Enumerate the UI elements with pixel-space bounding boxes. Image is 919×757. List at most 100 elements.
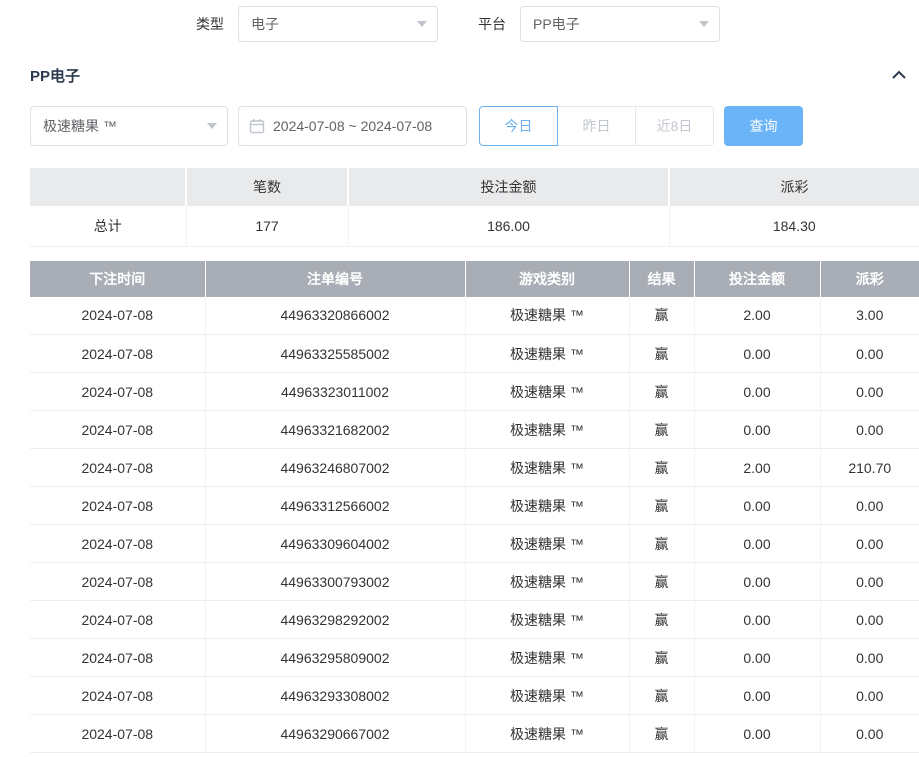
table-cell: 2024-07-08 xyxy=(30,677,205,715)
table-cell: 0.00 xyxy=(820,715,919,753)
table-cell: 44963290667002 xyxy=(205,715,465,753)
table-row: 2024-07-0844963312566002极速糖果 ™赢0.000.00 xyxy=(30,487,919,525)
summary-header-bet-amount: 投注金额 xyxy=(348,168,669,206)
chevron-up-icon[interactable] xyxy=(891,69,907,81)
date-range-input[interactable]: 2024-07-08 ~ 2024-07-08 xyxy=(238,106,467,146)
bet-table-body: 2024-07-0844963320866002极速糖果 ™赢2.003.002… xyxy=(30,297,919,753)
table-cell: 0.00 xyxy=(694,411,820,449)
summary-header-empty xyxy=(30,168,186,206)
table-cell: 0.00 xyxy=(694,563,820,601)
table-row: 2024-07-0844963325585002极速糖果 ™赢0.000.00 xyxy=(30,335,919,373)
table-cell: 0.00 xyxy=(694,677,820,715)
bet-records-table: 下注时间 注单编号 游戏类别 结果 投注金额 派彩 2024-07-084496… xyxy=(30,261,919,754)
table-cell: 极速糖果 ™ xyxy=(465,563,629,601)
summary-total-count: 177 xyxy=(186,206,348,246)
table-cell: 44963320866002 xyxy=(205,297,465,335)
table-cell: 0.00 xyxy=(820,639,919,677)
table-cell: 极速糖果 ™ xyxy=(465,335,629,373)
search-button[interactable]: 查询 xyxy=(724,106,803,146)
table-cell: 极速糖果 ™ xyxy=(465,449,629,487)
table-cell: 0.00 xyxy=(820,525,919,563)
table-cell: 0.00 xyxy=(820,601,919,639)
table-cell: 2.00 xyxy=(694,297,820,335)
type-select[interactable]: 电子 xyxy=(238,6,438,42)
table-row: 2024-07-0844963300793002极速糖果 ™赢0.000.00 xyxy=(30,563,919,601)
game-select[interactable]: 极速糖果 ™ xyxy=(30,106,228,146)
table-cell: 2024-07-08 xyxy=(30,373,205,411)
table-row: 2024-07-0844963290667002极速糖果 ™赢0.000.00 xyxy=(30,715,919,753)
calendar-icon xyxy=(249,118,265,134)
table-cell: 0.00 xyxy=(820,677,919,715)
quick-date-button-group: 今日 昨日 近8日 xyxy=(479,106,714,146)
table-cell: 2024-07-08 xyxy=(30,411,205,449)
table-cell: 0.00 xyxy=(694,715,820,753)
last-8-days-button[interactable]: 近8日 xyxy=(635,106,714,146)
table-cell: 0.00 xyxy=(820,563,919,601)
table-cell: 极速糖果 ™ xyxy=(465,639,629,677)
header-order-id: 注单编号 xyxy=(205,261,465,297)
table-cell: 0.00 xyxy=(694,373,820,411)
table-cell: 44963293308002 xyxy=(205,677,465,715)
table-cell: 极速糖果 ™ xyxy=(465,715,629,753)
yesterday-button[interactable]: 昨日 xyxy=(557,106,636,146)
summary-header-payout: 派彩 xyxy=(669,168,919,206)
summary-header-row: 笔数 投注金额 派彩 xyxy=(30,168,919,206)
table-cell: 赢 xyxy=(629,715,694,753)
table-cell: 2024-07-08 xyxy=(30,563,205,601)
table-cell: 赢 xyxy=(629,335,694,373)
table-cell: 2024-07-08 xyxy=(30,601,205,639)
header-result: 结果 xyxy=(629,261,694,297)
table-cell: 44963298292002 xyxy=(205,601,465,639)
top-filter-bar: 类型 电子 平台 PP电子 xyxy=(196,0,919,42)
header-payout: 派彩 xyxy=(820,261,919,297)
type-field: 类型 电子 xyxy=(196,6,438,42)
table-cell: 赢 xyxy=(629,449,694,487)
table-row: 2024-07-0844963321682002极速糖果 ™赢0.000.00 xyxy=(30,411,919,449)
platform-field: 平台 PP电子 xyxy=(478,6,720,42)
table-cell: 赢 xyxy=(629,639,694,677)
date-range-value: 2024-07-08 ~ 2024-07-08 xyxy=(273,118,432,134)
table-cell: 赢 xyxy=(629,373,694,411)
table-cell: 2024-07-08 xyxy=(30,335,205,373)
page-title: PP电子 xyxy=(30,65,80,86)
today-button[interactable]: 今日 xyxy=(479,106,558,146)
table-cell: 0.00 xyxy=(820,487,919,525)
table-cell: 0.00 xyxy=(820,373,919,411)
table-cell: 44963323011002 xyxy=(205,373,465,411)
table-cell: 3.00 xyxy=(820,297,919,335)
summary-total-label: 总计 xyxy=(30,206,186,246)
table-cell: 0.00 xyxy=(820,335,919,373)
table-row: 2024-07-0844963323011002极速糖果 ™赢0.000.00 xyxy=(30,373,919,411)
table-cell: 44963312566002 xyxy=(205,487,465,525)
table-cell: 2024-07-08 xyxy=(30,715,205,753)
table-cell: 2024-07-08 xyxy=(30,449,205,487)
table-row: 2024-07-0844963320866002极速糖果 ™赢2.003.00 xyxy=(30,297,919,335)
table-cell: 0.00 xyxy=(694,601,820,639)
table-cell: 0.00 xyxy=(694,487,820,525)
table-cell: 44963295809002 xyxy=(205,639,465,677)
table-cell: 极速糖果 ™ xyxy=(465,411,629,449)
table-cell: 2.00 xyxy=(694,449,820,487)
table-cell: 赢 xyxy=(629,677,694,715)
table-cell: 极速糖果 ™ xyxy=(465,487,629,525)
game-select-value: 极速糖果 ™ xyxy=(43,116,117,136)
platform-label: 平台 xyxy=(478,14,506,34)
summary-total-bet-amount: 186.00 xyxy=(348,206,669,246)
type-label: 类型 xyxy=(196,14,224,34)
table-row: 2024-07-0844963309604002极速糖果 ™赢0.000.00 xyxy=(30,525,919,563)
summary-header-count: 笔数 xyxy=(186,168,348,206)
type-select-value: 电子 xyxy=(251,14,279,34)
table-cell: 赢 xyxy=(629,487,694,525)
table-cell: 极速糖果 ™ xyxy=(465,525,629,563)
table-row: 2024-07-0844963295809002极速糖果 ™赢0.000.00 xyxy=(30,639,919,677)
table-cell: 44963325585002 xyxy=(205,335,465,373)
table-cell: 赢 xyxy=(629,297,694,335)
platform-select[interactable]: PP电子 xyxy=(520,6,720,42)
table-cell: 2024-07-08 xyxy=(30,639,205,677)
table-cell: 210.70 xyxy=(820,449,919,487)
chevron-down-icon xyxy=(699,21,709,27)
table-cell: 极速糖果 ™ xyxy=(465,373,629,411)
table-cell: 44963246807002 xyxy=(205,449,465,487)
table-cell: 44963321682002 xyxy=(205,411,465,449)
bet-table-header-row: 下注时间 注单编号 游戏类别 结果 投注金额 派彩 xyxy=(30,261,919,297)
